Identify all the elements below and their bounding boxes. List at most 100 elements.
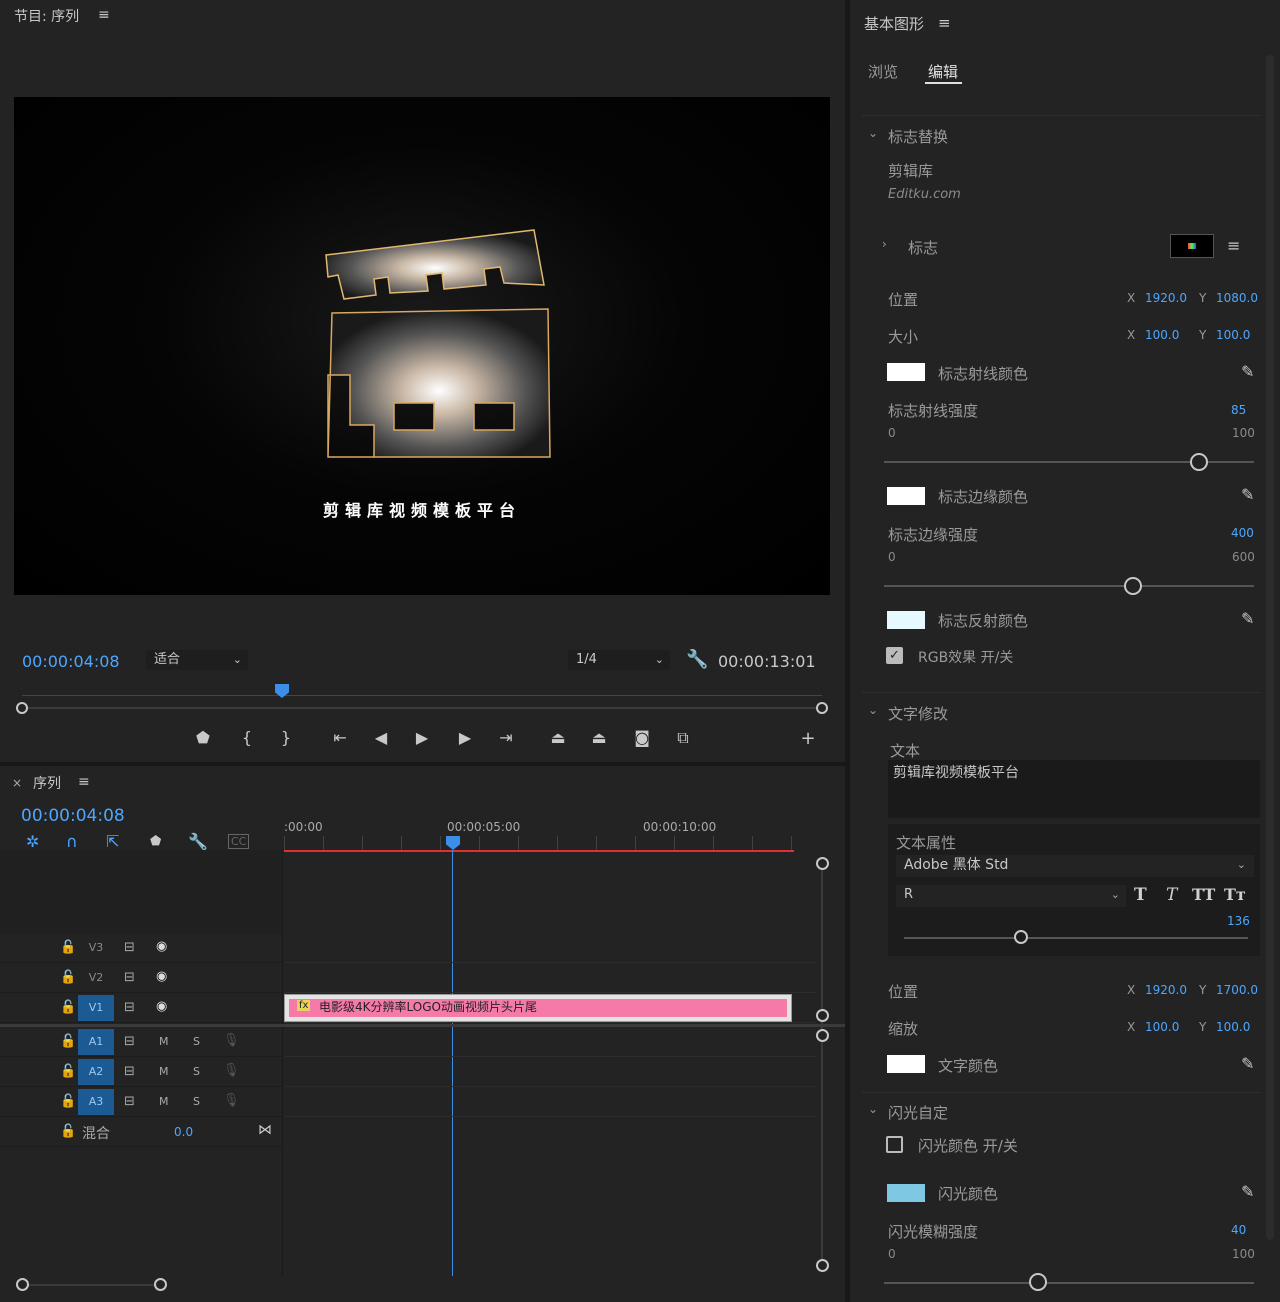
track-v1[interactable]: fx 电影级4K分辨率LOGO动画视频片头片尾 xyxy=(284,994,816,1023)
film-icon[interactable]: ⊟ xyxy=(124,1064,135,1079)
track-header-a2[interactable]: 🔓 A2 ⊟ M S 🎙 xyxy=(0,1058,282,1087)
vscroll-handle-mid1[interactable] xyxy=(816,1009,829,1022)
microphone-icon[interactable]: 🎙 xyxy=(223,1093,240,1108)
linked-selection-icon[interactable]: ⇱ xyxy=(106,832,119,851)
text-color-swatch[interactable] xyxy=(887,1055,925,1073)
ruler-ticks[interactable] xyxy=(284,836,814,850)
lock-icon[interactable]: 🔓 xyxy=(60,970,76,985)
captions-icon[interactable]: CC xyxy=(228,834,250,849)
nest-toggle-icon[interactable]: ✲ xyxy=(26,832,39,851)
position-x[interactable]: 1920.0 xyxy=(1145,291,1187,305)
eye-icon[interactable]: ◉ xyxy=(156,999,167,1014)
blur-strength-knob[interactable] xyxy=(1029,1273,1047,1291)
track-label-a2[interactable]: A2 xyxy=(78,1059,114,1085)
edge-strength-knob[interactable] xyxy=(1124,577,1142,595)
chevron-down-icon[interactable]: ⌄ xyxy=(868,703,878,717)
mute-button[interactable]: M xyxy=(159,1095,169,1108)
solo-button[interactable]: S xyxy=(193,1065,200,1078)
position-y[interactable]: 1080.0 xyxy=(1216,291,1258,305)
settings-wrench-icon[interactable]: 🔧 xyxy=(188,832,208,851)
solo-button[interactable]: S xyxy=(193,1035,200,1048)
chevron-right-icon[interactable]: › xyxy=(882,237,887,251)
edge-color-swatch[interactable] xyxy=(887,487,925,505)
edge-strength-value[interactable]: 400 xyxy=(1231,526,1254,540)
logo-thumbnail[interactable] xyxy=(1170,234,1214,258)
flash-checkbox[interactable] xyxy=(886,1136,903,1153)
eyedropper-icon[interactable]: ✎ xyxy=(1241,485,1254,504)
blur-strength-value[interactable]: 40 xyxy=(1231,1223,1246,1237)
go-to-out-icon[interactable]: ⇥ xyxy=(494,728,518,747)
sequence-timecode[interactable]: 00:00:04:08 xyxy=(21,806,125,826)
font-dropdown[interactable]: Adobe 黑体 Std ⌄ xyxy=(896,855,1254,877)
go-to-in-icon[interactable]: ⇤ xyxy=(328,728,352,747)
lock-icon[interactable]: 🔓 xyxy=(60,940,76,955)
tab-edit[interactable]: 编辑 xyxy=(928,61,958,82)
all-caps-icon[interactable]: TT xyxy=(1192,885,1215,904)
chevron-down-icon[interactable]: ⌄ xyxy=(868,126,878,140)
track-a3[interactable] xyxy=(284,1088,816,1117)
track-v3[interactable] xyxy=(284,934,816,963)
add-marker-icon[interactable]: ⬟ xyxy=(150,834,161,849)
step-back-icon[interactable]: ◀ xyxy=(369,728,393,747)
ray-color-swatch[interactable] xyxy=(887,363,925,381)
film-icon[interactable]: ⊟ xyxy=(124,1094,135,1109)
track-v2[interactable] xyxy=(284,964,816,993)
text-position-y[interactable]: 1700.0 xyxy=(1216,983,1258,997)
eye-icon[interactable]: ◉ xyxy=(156,939,167,954)
film-icon[interactable]: ⊟ xyxy=(124,1034,135,1049)
font-size-slider[interactable] xyxy=(904,937,1248,939)
tab-browse[interactable]: 浏览 xyxy=(868,61,898,82)
eye-icon[interactable]: ◉ xyxy=(156,969,167,984)
track-label-v3[interactable]: V3 xyxy=(78,935,114,961)
vscroll-handle-top[interactable] xyxy=(816,857,829,870)
microphone-icon[interactable]: 🎙 xyxy=(223,1063,240,1078)
track-header-v2[interactable]: 🔓 V2 ⊟ ◉ xyxy=(0,964,282,993)
hscroll-handle-right[interactable] xyxy=(154,1278,167,1291)
microphone-icon[interactable]: 🎙 xyxy=(223,1033,240,1048)
timeline-vscroll[interactable] xyxy=(821,864,823,1264)
extract-icon[interactable]: ⏏ xyxy=(587,728,611,747)
edge-strength-slider[interactable] xyxy=(884,585,1254,587)
wrench-icon[interactable]: 🔧 xyxy=(686,649,708,670)
rgb-checkbox[interactable]: ✓ xyxy=(886,647,903,664)
hscroll-handle-left[interactable] xyxy=(16,1278,29,1291)
video-clip[interactable]: fx 电影级4K分辨率LOGO动画视频片头片尾 xyxy=(284,994,792,1022)
lock-icon[interactable]: 🔓 xyxy=(60,1000,76,1015)
track-header-v1[interactable]: 🔓 V1 ⊟ ◉ xyxy=(0,994,282,1023)
av-divider[interactable] xyxy=(0,1024,845,1027)
scale-y[interactable]: 100.0 xyxy=(1216,1020,1250,1034)
mix-value[interactable]: 0.0 xyxy=(174,1125,193,1139)
snap-icon[interactable]: ∩ xyxy=(66,832,78,851)
ray-strength-value[interactable]: 85 xyxy=(1231,403,1246,417)
fit-dropdown[interactable]: 适合 ⌄ xyxy=(146,650,248,670)
track-header-v3[interactable]: 🔓 V3 ⊟ ◉ xyxy=(0,934,282,963)
font-size-knob[interactable] xyxy=(1014,930,1028,944)
eyedropper-icon[interactable]: ✎ xyxy=(1241,609,1254,628)
close-icon[interactable]: × xyxy=(12,776,22,790)
size-y[interactable]: 100.0 xyxy=(1216,328,1250,342)
work-area-bar[interactable] xyxy=(284,850,794,852)
play-icon[interactable]: ▶ xyxy=(410,728,434,747)
mute-button[interactable]: M xyxy=(159,1035,169,1048)
chevron-down-icon[interactable]: ⌄ xyxy=(868,1102,878,1116)
track-a1[interactable] xyxy=(284,1028,816,1057)
time-ruler[interactable] xyxy=(22,688,822,696)
compare-view-icon[interactable]: ⧉ xyxy=(671,728,695,748)
add-marker-icon[interactable]: ⬟ xyxy=(191,728,215,747)
lift-icon[interactable]: ⏏ xyxy=(546,728,570,747)
eyedropper-icon[interactable]: ✎ xyxy=(1241,362,1254,381)
italic-icon[interactable]: T xyxy=(1166,885,1177,905)
flash-color-swatch[interactable] xyxy=(887,1184,925,1202)
track-label-a1[interactable]: A1 xyxy=(78,1029,114,1055)
zoom-handle-left[interactable] xyxy=(16,702,28,714)
section-logo-replace[interactable]: 标志替换 xyxy=(888,126,948,147)
program-menu-icon[interactable]: ≡ xyxy=(98,7,110,23)
small-caps-icon[interactable]: Tт xyxy=(1224,885,1246,904)
camera-icon[interactable]: ◙ xyxy=(630,728,654,747)
text-position-x[interactable]: 1920.0 xyxy=(1145,983,1187,997)
zoom-handle-right[interactable] xyxy=(816,702,828,714)
resolution-dropdown[interactable]: 1/4 ⌄ xyxy=(568,650,670,670)
font-style-dropdown[interactable]: R ⌄ xyxy=(896,885,1126,907)
step-forward-icon[interactable]: ▶ xyxy=(453,728,477,747)
lock-icon[interactable]: 🔓 xyxy=(60,1124,76,1139)
